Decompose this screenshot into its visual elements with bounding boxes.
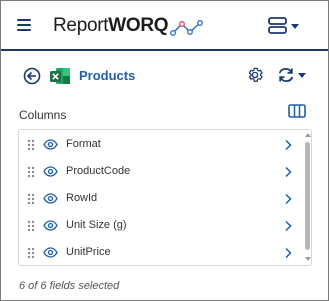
drag-handle-icon[interactable] — [27, 220, 35, 232]
server-stack-icon — [268, 17, 287, 34]
excel-icon — [50, 68, 70, 84]
scrollbar-thumb[interactable] — [305, 142, 310, 250]
list-item[interactable]: UnitPrice — [19, 239, 303, 265]
list-item[interactable]: RowId — [19, 185, 303, 212]
columns-heading: Columns — [19, 108, 67, 122]
chevron-right-icon[interactable] — [283, 139, 293, 151]
drag-handle-icon[interactable] — [27, 247, 35, 259]
chevron-right-icon[interactable] — [283, 166, 293, 178]
eye-icon[interactable] — [43, 139, 58, 150]
eye-icon[interactable] — [43, 247, 58, 258]
scroll-down-arrow-icon[interactable] — [305, 257, 311, 261]
chevron-right-icon[interactable] — [283, 193, 293, 205]
list-item-label: ProductCode — [66, 165, 131, 177]
drag-handle-icon[interactable] — [27, 139, 35, 151]
app-header: ReportWORQ — [1, 1, 328, 51]
eye-icon[interactable] — [43, 220, 58, 231]
reportworq-panel: ReportWORQ Products Columns Format Produ… — [0, 0, 329, 301]
refresh-menu-button[interactable] — [276, 66, 308, 84]
chevron-right-icon[interactable] — [283, 220, 293, 232]
chevron-down-icon — [291, 24, 299, 29]
eye-icon[interactable] — [43, 166, 58, 177]
list-item[interactable]: ProductCode — [19, 158, 303, 185]
chevron-down-icon — [298, 73, 306, 78]
list-item-label: Unit Size (g) — [66, 219, 127, 231]
drag-handle-icon[interactable] — [27, 193, 35, 205]
reportworq-logo: ReportWORQ — [53, 13, 204, 39]
refresh-icon — [278, 67, 294, 83]
column-layout-icon[interactable] — [288, 104, 306, 118]
list-item[interactable]: Format — [19, 131, 303, 158]
list-item-label: UnitPrice — [66, 246, 111, 258]
server-menu-button[interactable] — [267, 15, 307, 37]
logo-text: ReportWORQ — [53, 15, 169, 36]
back-arrow-circle-icon[interactable] — [23, 67, 41, 85]
list-item-label: Format — [66, 138, 101, 150]
logo-network-icon — [170, 20, 204, 36]
fields-selected-status: 6 of 6 fields selected — [19, 280, 120, 292]
chevron-right-icon[interactable] — [283, 247, 293, 259]
columns-list: Format ProductCode RowId Unit Size (g) U… — [18, 129, 312, 266]
page-title: Products — [79, 68, 136, 83]
scroll-up-arrow-icon[interactable] — [305, 133, 311, 137]
drag-handle-icon[interactable] — [27, 166, 35, 178]
hamburger-icon[interactable] — [17, 19, 31, 31]
gear-icon[interactable] — [246, 66, 264, 84]
list-item-label: RowId — [66, 192, 98, 204]
view-toolbar: Products — [1, 59, 328, 93]
eye-icon[interactable] — [43, 193, 58, 204]
list-item[interactable]: Unit Size (g) — [19, 212, 303, 239]
